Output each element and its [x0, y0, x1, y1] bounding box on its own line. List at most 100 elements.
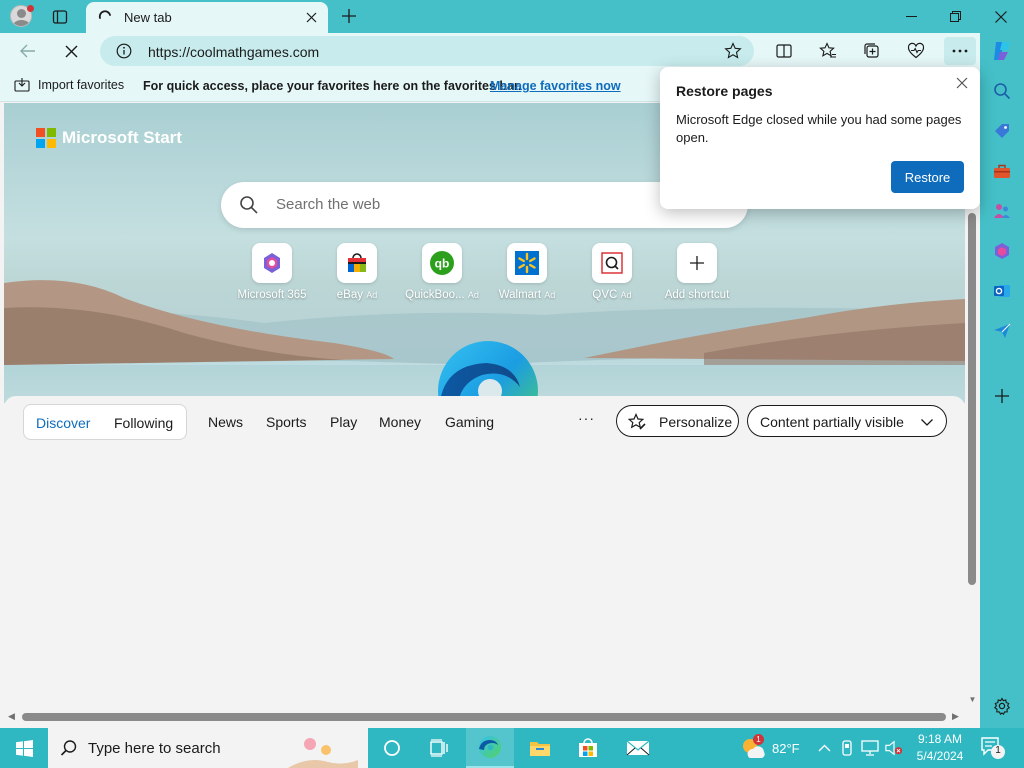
cortana-button[interactable] [368, 728, 416, 768]
start-button[interactable] [0, 728, 48, 768]
network-button[interactable] [861, 739, 879, 757]
quick-link-add-shortcut[interactable]: Add shortcut [654, 243, 740, 301]
weather-widget[interactable]: 1 82°F [740, 734, 800, 760]
tab-new-tab[interactable]: New tab [86, 2, 328, 33]
horizontal-scrollbar[interactable]: ◀ ▶ [4, 710, 980, 726]
sidebar-outlook-button[interactable] [990, 279, 1014, 303]
restore-pages-dialog: Restore pages Microsoft Edge closed whil… [660, 67, 980, 209]
tray-device-button[interactable] [838, 739, 856, 757]
file-explorer-button[interactable] [516, 728, 564, 768]
minimize-button[interactable] [888, 0, 934, 33]
tab-close-button[interactable] [302, 8, 320, 26]
stop-loading-button[interactable] [57, 37, 85, 65]
quick-link-ebay[interactable]: eBay Ad [314, 243, 400, 301]
restore-button[interactable]: Restore [891, 161, 964, 193]
search-icon [240, 196, 258, 214]
show-hidden-icons-button[interactable] [815, 739, 833, 757]
action-center-button[interactable]: 1 [980, 736, 1006, 760]
back-button[interactable] [14, 37, 42, 65]
walmart-tile [507, 243, 547, 283]
nav-play[interactable]: Play [330, 414, 357, 430]
add-favorite-star-icon[interactable] [724, 42, 742, 60]
quick-link-walmart[interactable]: Walmart Ad [484, 243, 570, 301]
quick-link-quickbooks[interactable]: qb QuickBoo... Ad [399, 243, 485, 301]
manage-favorites-link[interactable]: Manage favorites now [490, 79, 621, 93]
split-screen-button[interactable] [770, 37, 798, 65]
site-info-icon[interactable] [116, 43, 132, 59]
quick-link-microsoft-365[interactable]: Microsoft 365 [229, 243, 315, 301]
sidebar-add-button[interactable] [990, 384, 1014, 408]
nav-sports[interactable]: Sports [266, 414, 306, 430]
nav-gaming[interactable]: Gaming [445, 414, 494, 430]
copilot-icon [994, 42, 1010, 60]
mail-button[interactable] [614, 728, 662, 768]
tab-actions-menu-button[interactable] [48, 6, 72, 28]
content-visibility-dropdown[interactable]: Content partially visible [747, 405, 947, 437]
new-tab-button[interactable] [338, 5, 360, 27]
clock-time: 9:18 AM [917, 732, 963, 746]
copilot-button[interactable] [990, 39, 1014, 63]
search-highlight-illustration-icon [288, 738, 358, 768]
horizontal-scroll-thumb[interactable] [22, 713, 946, 721]
brand-name: Microsoft Start [62, 128, 182, 147]
task-view-button[interactable] [416, 728, 464, 768]
vertical-scroll-thumb[interactable] [968, 213, 976, 585]
settings-and-more-button[interactable] [944, 37, 976, 65]
url-text[interactable]: https://coolmathgames.com [148, 44, 319, 60]
microsoft-start-brand[interactable]: Microsoft Start [36, 128, 182, 148]
nav-more-button[interactable]: ··· [578, 410, 595, 426]
shopping-tag-icon [995, 124, 1009, 138]
ad-label: Ad [544, 290, 556, 300]
sidebar-settings-button[interactable] [990, 694, 1014, 718]
dialog-close-button[interactable] [952, 73, 972, 93]
personalize-button[interactable]: Personalize [616, 405, 739, 437]
taskbar-edge-button[interactable] [466, 728, 514, 768]
sidebar-games-button[interactable] [990, 199, 1014, 223]
ad-label: Ad [366, 290, 378, 300]
close-window-button[interactable] [978, 0, 1024, 33]
qvc-tile [592, 243, 632, 283]
quick-link-name: QuickBoo... [405, 289, 465, 301]
volume-button[interactable] [885, 739, 903, 757]
close-icon [306, 12, 316, 22]
nav-news[interactable]: News [208, 414, 243, 430]
sidebar-microsoft-365-button[interactable] [990, 239, 1014, 263]
nav-money[interactable]: Money [379, 414, 421, 430]
quick-link-name: Add shortcut [664, 289, 730, 301]
import-favorites-button[interactable]: Import favorites [14, 78, 124, 92]
browser-essentials-button[interactable] [902, 37, 930, 65]
scroll-down-arrow-icon[interactable]: ▼ [968, 695, 977, 704]
tab-following[interactable]: Following [114, 415, 173, 431]
taskbar-search-box[interactable]: Type here to search [48, 728, 368, 768]
sidebar-drop-button[interactable] [990, 319, 1014, 343]
quick-link-name: eBay [336, 289, 363, 301]
ebay-bag-icon [348, 253, 366, 272]
quickbooks-tile: qb [422, 243, 462, 283]
split-screen-icon [776, 44, 792, 58]
profile-alert-dot [27, 5, 34, 12]
workspaces-icon [52, 10, 68, 24]
scroll-right-arrow-icon[interactable]: ▶ [952, 711, 959, 722]
collections-button[interactable] [858, 37, 886, 65]
taskbar-clock[interactable]: 9:18 AM 5/4/2024 [905, 731, 975, 765]
heart-pulse-icon [907, 42, 925, 59]
qvc-icon [601, 252, 623, 274]
network-ethernet-icon [861, 740, 879, 756]
tab-discover[interactable]: Discover [36, 415, 90, 431]
restore-window-button[interactable] [932, 0, 978, 33]
scroll-left-arrow-icon[interactable]: ◀ [8, 711, 15, 722]
microsoft-365-tile [252, 243, 292, 283]
profile-button[interactable] [8, 4, 34, 28]
sidebar-tools-button[interactable] [990, 159, 1014, 183]
sidebar-shopping-button[interactable] [990, 119, 1014, 143]
favorites-button[interactable] [814, 37, 842, 65]
quick-link-qvc[interactable]: QVC Ad [569, 243, 655, 301]
plus-icon [342, 9, 356, 23]
address-bar[interactable]: https://coolmathgames.com [100, 36, 754, 66]
dialog-title: Restore pages [676, 83, 773, 99]
sidebar-search-button[interactable] [990, 79, 1014, 103]
add-shortcut-tile [677, 243, 717, 283]
edge-logo-icon [436, 339, 540, 403]
title-bar: New tab [0, 0, 1024, 33]
microsoft-store-button[interactable] [564, 728, 612, 768]
